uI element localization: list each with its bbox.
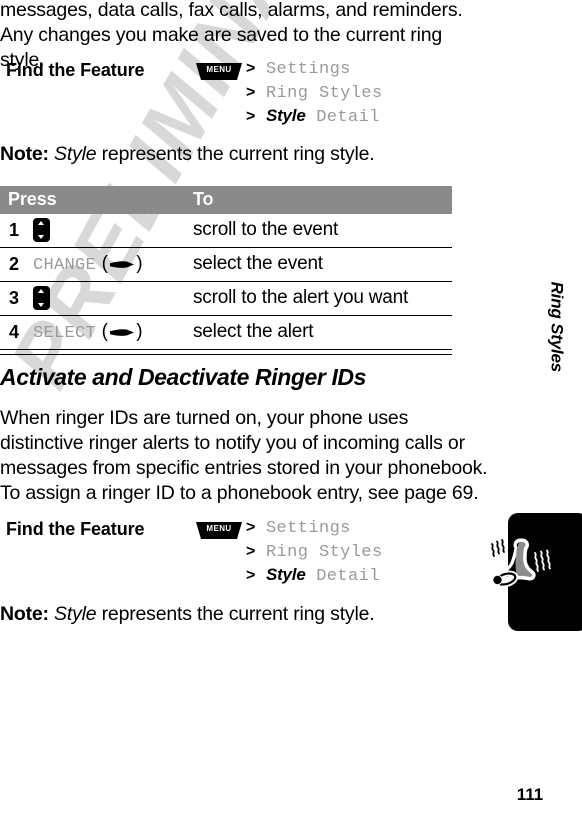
table-header-press: Press [8,189,57,209]
soft-key-arrow-icon [109,255,135,268]
soft-key-arrow-icon [109,323,135,336]
press-to-table: Press To 1 scroll to the event 2 CHANGE … [0,186,452,355]
nav-up-down-key-icon[interactable] [33,286,50,310]
section-paragraph: When ringer IDs are turned on, your phon… [0,407,488,504]
path-chevron: > [246,60,256,77]
table-row: 4 SELECT () select the alert [0,316,452,350]
step-number: 4 [9,322,20,342]
path-chevron: > [246,108,256,125]
action-text: scroll to the alert you want [193,287,409,308]
menu-key-label: MENU [206,65,232,74]
path-chevron: > [246,567,256,584]
press-key-cell: SELECT () [33,320,143,346]
note-text: represents the current ring style. [101,603,375,625]
menu-path-item: > Settings [246,517,383,541]
note-label: Note: [0,143,49,165]
step-number: 1 [9,220,20,240]
path-emphasis: Style [265,565,306,584]
press-key-cell [33,218,50,244]
note-emphasis: Style [54,603,97,625]
table-header-row: Press To [0,186,452,214]
page-content: messages, data calls, fax calls, alarms,… [0,0,582,837]
note-line-1: Note: Style represents the current ring … [0,143,375,166]
menu-path-list-1: > Settings > Ring Styles > Style Detail [246,58,383,130]
step-number: 2 [9,254,20,274]
soft-key-label: CHANGE [33,256,97,275]
path-label: Detail [316,108,380,127]
table-row: 1 scroll to the event [0,214,452,248]
path-chevron: > [246,519,256,536]
menu-key-icon[interactable]: MENU [196,63,242,80]
action-text: scroll to the event [193,219,339,240]
note-emphasis: Style [54,143,97,165]
menu-path-item: > Style Detail [246,564,383,589]
menu-path-item: > Settings [246,58,383,82]
table-bottom-rule [0,350,452,355]
table-row: 2 CHANGE () select the event [0,248,452,282]
menu-path-list-2: > Settings > Ring Styles > Style Detail [246,517,383,589]
action-text: select the alert [193,321,314,342]
path-label: Detail [316,567,380,586]
step-number: 3 [9,288,20,308]
path-label: Settings [265,519,351,538]
menu-path-item: > Ring Styles [246,82,383,106]
rail-chapter-title: Ring Styles [547,281,566,372]
path-emphasis: Style [265,106,306,125]
section-heading: Activate and Deactivate Ringer IDs [0,364,367,390]
find-the-feature-label: Find the Feature [6,60,145,80]
note-line-2: Note: Style represents the current ring … [0,603,375,626]
note-text: represents the current ring style. [101,143,375,165]
soft-key-label: SELECT [33,324,97,343]
menu-path-item: > Ring Styles [246,541,383,565]
press-key-cell: CHANGE () [33,252,143,278]
soft-key-group[interactable]: SELECT () [33,321,143,343]
path-label: Ring Styles [265,83,383,103]
nav-up-down-key-icon[interactable] [33,218,50,242]
menu-key-label: MENU [206,524,232,533]
menu-path-item: > Style Detail [246,105,383,130]
table-row: 3 scroll to the alert you want [0,282,452,316]
action-text: select the event [193,253,323,274]
note-label: Note: [0,603,49,625]
table-header-to: To [193,189,214,209]
find-the-feature-label: Find the Feature [6,519,145,539]
ringing-bell-icon [486,532,556,602]
press-key-cell [33,286,50,312]
path-label: Settings [265,60,351,79]
path-label: Ring Styles [265,542,383,562]
path-chevron: > [246,83,256,101]
soft-key-group[interactable]: CHANGE () [33,253,143,275]
path-chevron: > [246,542,256,560]
page-number: 111 [516,785,544,804]
menu-key-icon[interactable]: MENU [196,522,242,539]
